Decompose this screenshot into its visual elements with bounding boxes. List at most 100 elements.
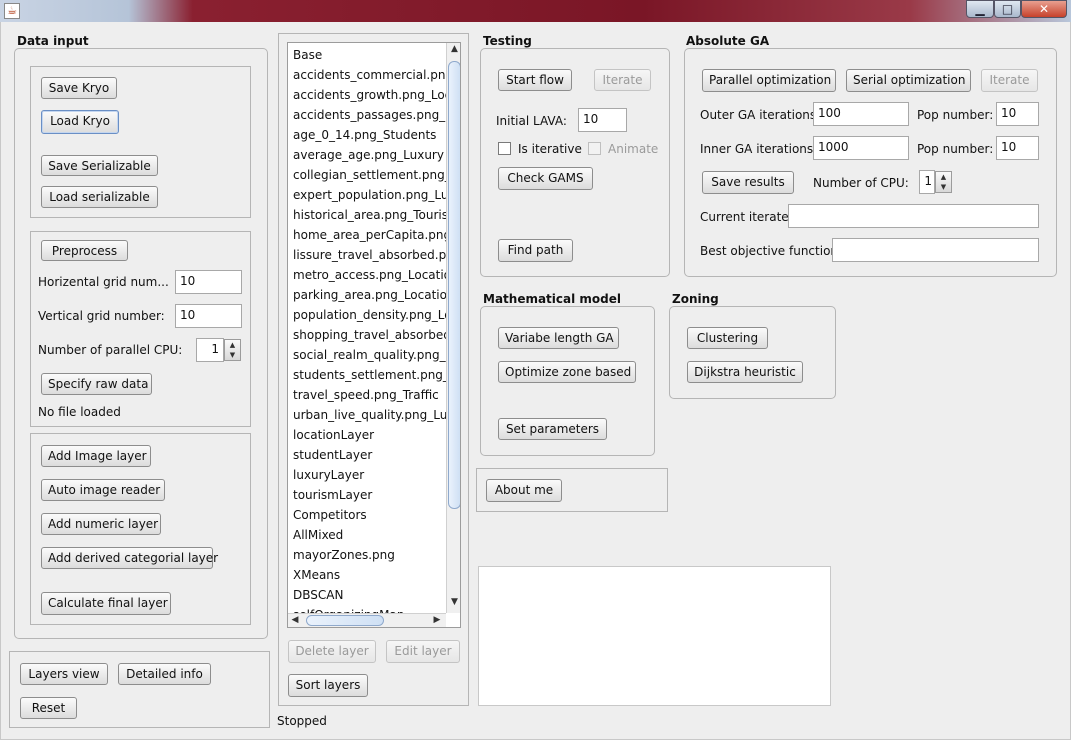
- list-item[interactable]: DBSCAN: [288, 585, 446, 605]
- list-item[interactable]: XMeans: [288, 565, 446, 585]
- list-item[interactable]: expert_population.png_Luxu: [288, 185, 446, 205]
- outer-ga-field[interactable]: 100: [813, 102, 909, 126]
- horizontal-scroll-thumb[interactable]: [306, 615, 384, 626]
- dijkstra-heuristic-button[interactable]: Dijkstra heuristic: [687, 361, 803, 383]
- outer-pop-field[interactable]: 10: [996, 102, 1039, 126]
- absolute-ga-title: Absolute GA: [686, 34, 770, 48]
- pop-number-label: Pop number:: [917, 142, 994, 156]
- list-item[interactable]: accidents_commercial.png_: [288, 65, 446, 85]
- list-item[interactable]: age_0_14.png_Students: [288, 125, 446, 145]
- window-titlebar[interactable]: [0, 0, 1071, 22]
- list-item[interactable]: average_age.png_Luxury: [288, 145, 446, 165]
- list-item[interactable]: urban_live_quality.png_Luxi: [288, 405, 446, 425]
- list-item[interactable]: population_density.png_Lo: [288, 305, 446, 325]
- list-item[interactable]: collegian_settlement.png_S: [288, 165, 446, 185]
- ga-iterate-button[interactable]: Iterate: [981, 69, 1038, 92]
- inner-pop-field[interactable]: 10: [996, 136, 1039, 160]
- check-gams-button[interactable]: Check GAMS: [498, 167, 593, 190]
- layers-list[interactable]: Base accidents_commercial.png_ accidents_g…: [287, 42, 461, 628]
- list-item[interactable]: AllMixed: [288, 525, 446, 545]
- parallel-cpu-stepper[interactable]: ▲ ▼: [224, 339, 241, 361]
- vertical-grid-field[interactable]: 10: [175, 304, 242, 328]
- list-item[interactable]: travel_speed.png_Traffic: [288, 385, 446, 405]
- number-of-cpu-label: Number of CPU:: [813, 176, 909, 190]
- delete-layer-button[interactable]: Delete layer: [288, 640, 376, 663]
- reset-button[interactable]: Reset: [20, 697, 77, 719]
- pop-number-label: Pop number:: [917, 108, 994, 122]
- scroll-right-icon[interactable]: ▶: [432, 615, 442, 627]
- vertical-scrollbar[interactable]: ▲ ▼: [446, 43, 460, 613]
- minimize-icon[interactable]: ▁: [966, 0, 994, 18]
- edit-layer-button[interactable]: Edit layer: [386, 640, 460, 663]
- list-item[interactable]: students_settlement.png_S: [288, 365, 446, 385]
- best-objective-field[interactable]: [832, 238, 1039, 262]
- list-item[interactable]: parking_area.png_Location: [288, 285, 446, 305]
- list-item[interactable]: social_realm_quality.png_L: [288, 345, 446, 365]
- ga-cpu-stepper[interactable]: ▲ ▼: [935, 171, 952, 193]
- clustering-button[interactable]: Clustering: [687, 327, 768, 349]
- parallel-cpu-spinner[interactable]: 1: [196, 338, 224, 362]
- save-kryo-button[interactable]: Save Kryo: [41, 77, 117, 99]
- add-image-layer-button[interactable]: Add Image layer: [41, 445, 151, 467]
- auto-image-reader-button[interactable]: Auto image reader: [41, 479, 165, 501]
- list-item[interactable]: Base: [288, 45, 446, 65]
- scroll-up-icon[interactable]: ▲: [448, 44, 460, 56]
- list-item[interactable]: home_area_perCapita.png_: [288, 225, 446, 245]
- java-cup-icon: ☕: [4, 3, 20, 19]
- sort-layers-button[interactable]: Sort layers: [288, 674, 368, 697]
- scroll-down-icon[interactable]: ▼: [448, 597, 460, 609]
- save-results-button[interactable]: Save results: [702, 171, 794, 194]
- list-item[interactable]: studentLayer: [288, 445, 446, 465]
- is-iterative-checkbox[interactable]: [498, 142, 511, 155]
- close-icon[interactable]: ✕: [1021, 0, 1067, 18]
- spinner-up-icon: ▲: [940, 173, 947, 181]
- list-item[interactable]: historical_area.png_Tourisr: [288, 205, 446, 225]
- ga-cpu-spinner[interactable]: 1: [919, 170, 935, 194]
- variable-length-ga-button[interactable]: Variabe length GA: [498, 327, 619, 349]
- list-item[interactable]: tourismLayer: [288, 485, 446, 505]
- list-item[interactable]: mayorZones.png: [288, 545, 446, 565]
- inner-ga-field[interactable]: 1000: [813, 136, 909, 160]
- testing-iterate-button[interactable]: Iterate: [594, 69, 651, 91]
- math-model-title: Mathematical model: [483, 292, 621, 306]
- save-serializable-button[interactable]: Save Serializable: [41, 155, 158, 176]
- find-path-button[interactable]: Find path: [498, 239, 573, 262]
- optimize-zone-based-button[interactable]: Optimize zone based: [498, 361, 636, 383]
- add-derived-layer-button[interactable]: Add derived categorial layer: [41, 547, 218, 569]
- current-iterate-field[interactable]: [788, 204, 1039, 228]
- list-item[interactable]: locationLayer: [288, 425, 446, 445]
- detailed-info-button[interactable]: Detailed info: [118, 663, 211, 685]
- animate-checkbox[interactable]: [588, 142, 601, 155]
- vertical-scroll-thumb[interactable]: [448, 61, 460, 509]
- list-item[interactable]: metro_access.png_Location: [288, 265, 446, 285]
- maximize-icon[interactable]: □: [994, 0, 1021, 18]
- calculate-final-layer-button[interactable]: Calculate final layer: [41, 592, 171, 615]
- set-parameters-button[interactable]: Set parameters: [498, 418, 607, 440]
- spinner-down-icon: ▼: [229, 351, 236, 359]
- parallel-optimization-button[interactable]: Parallel optimization: [702, 69, 836, 92]
- about-me-button[interactable]: About me: [486, 479, 562, 502]
- layers-view-button[interactable]: Layers view: [20, 663, 108, 685]
- start-flow-button[interactable]: Start flow: [498, 69, 572, 91]
- list-item[interactable]: shopping_travel_absorbed.: [288, 325, 446, 345]
- initial-lava-field[interactable]: 10: [578, 108, 627, 132]
- output-area[interactable]: [478, 566, 831, 706]
- serial-optimization-button[interactable]: Serial optimization: [846, 69, 971, 92]
- scroll-left-icon[interactable]: ◀: [290, 615, 300, 627]
- testing-title: Testing: [483, 34, 532, 48]
- list-item[interactable]: luxuryLayer: [288, 465, 446, 485]
- zoning-panel: [669, 306, 836, 399]
- horizontal-grid-field[interactable]: 10: [175, 270, 242, 294]
- specify-raw-data-button[interactable]: Specify raw data: [41, 373, 152, 395]
- add-numeric-layer-button[interactable]: Add numeric layer: [41, 513, 161, 535]
- list-item[interactable]: lissure_travel_absorbed.pn: [288, 245, 446, 265]
- horizontal-scrollbar[interactable]: ◀ ▶: [288, 613, 446, 627]
- run-status-label: Stopped: [277, 714, 327, 728]
- list-item[interactable]: accidents_growth.png_Loca: [288, 85, 446, 105]
- load-serializable-button[interactable]: Load serializable: [41, 186, 158, 208]
- preprocess-button[interactable]: Preprocess: [41, 240, 128, 261]
- list-item[interactable]: Competitors: [288, 505, 446, 525]
- load-kryo-button[interactable]: Load Kryo: [41, 110, 119, 134]
- file-status-label: No file loaded: [38, 405, 121, 419]
- list-item[interactable]: accidents_passages.png_L: [288, 105, 446, 125]
